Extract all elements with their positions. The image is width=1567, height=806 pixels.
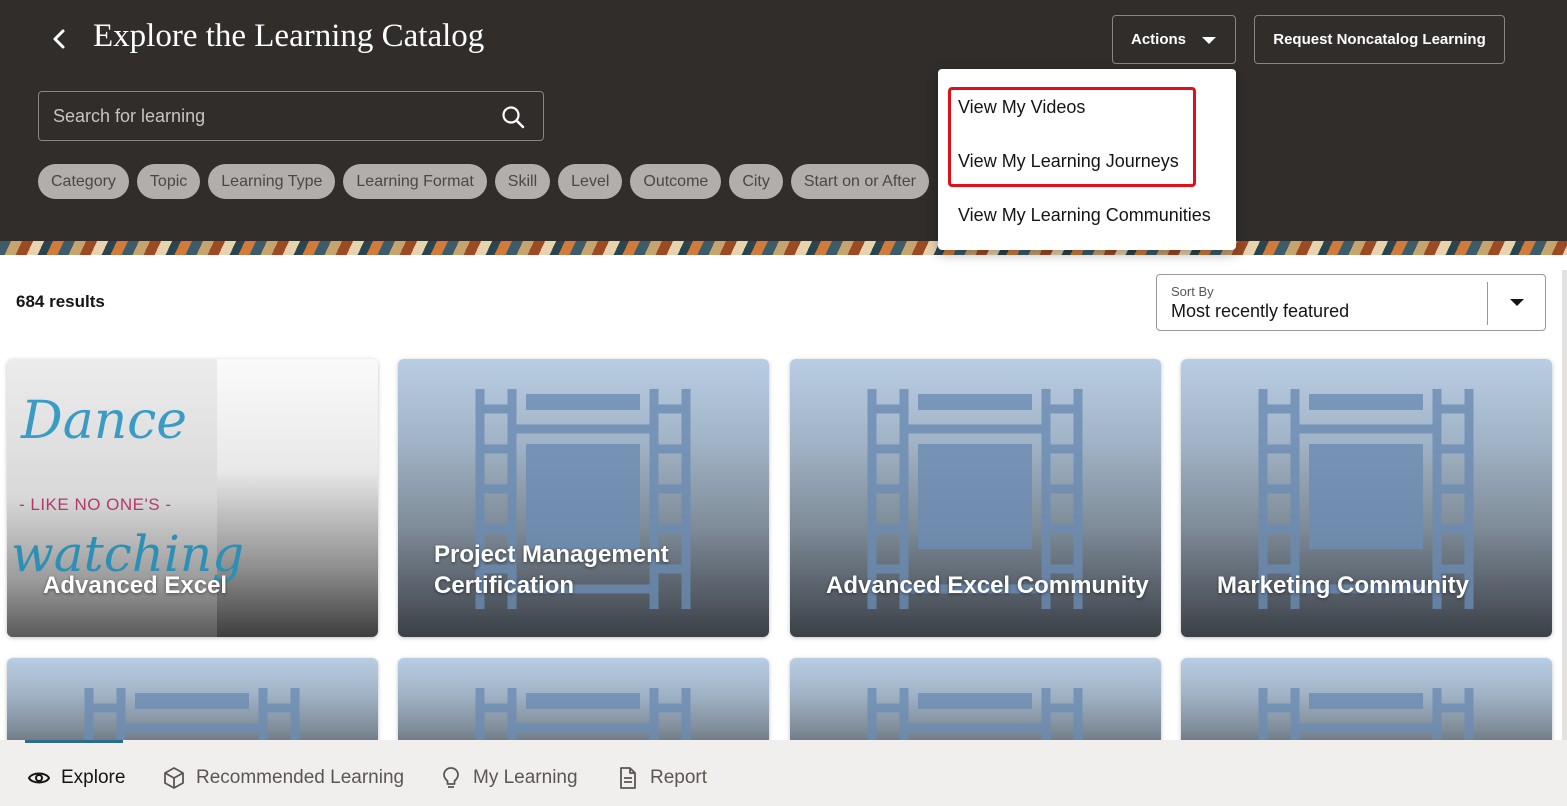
nav-tab-label: My Learning	[473, 767, 578, 788]
learning-card-advanced-excel-community[interactable]: Advanced Excel Community	[790, 359, 1161, 637]
sort-by-select[interactable]: Sort By Most recently featured	[1156, 274, 1546, 331]
active-tab-indicator	[25, 740, 123, 743]
nav-tab-recommended-learning[interactable]: Recommended Learning	[162, 766, 404, 790]
actions-menu: View My Videos View My Learning Journeys…	[938, 69, 1236, 250]
filter-chip-start-on-or-after[interactable]: Start on or After	[790, 164, 929, 199]
card-title-line2: Certification	[434, 572, 575, 599]
search-input[interactable]	[53, 105, 483, 127]
filter-chip-level[interactable]: Level	[558, 164, 623, 199]
sort-by-label: Sort By	[1171, 284, 1214, 299]
caret-down-icon	[1510, 299, 1524, 306]
filter-chip-skill[interactable]: Skill	[494, 164, 551, 199]
filter-chip-city[interactable]: City	[729, 164, 783, 199]
caret-down-icon	[1202, 37, 1216, 44]
document-icon	[620, 767, 636, 789]
lightbulb-icon	[443, 767, 459, 788]
menu-item-view-my-learning-journeys[interactable]: View My Learning Journeys	[958, 151, 1179, 172]
card-title: Marketing Community	[1217, 572, 1470, 599]
card-title: Project Management Certification	[434, 539, 669, 601]
filter-chip-learning-type[interactable]: Learning Type	[208, 164, 336, 199]
scrollbar[interactable]	[1562, 270, 1567, 740]
filter-chips: Category Topic Learning Type Learning Forma…	[38, 164, 938, 200]
actions-button-label: Actions	[1131, 31, 1187, 48]
filter-chip-topic[interactable]: Topic	[136, 164, 201, 199]
search-box	[38, 91, 544, 141]
banner-image-strip	[0, 241, 1567, 255]
actions-button[interactable]: Actions	[1112, 15, 1236, 64]
filter-chip-learning-format[interactable]: Learning Format	[343, 164, 487, 199]
filter-chip-category[interactable]: Category	[38, 164, 129, 199]
back-button[interactable]	[42, 22, 76, 56]
sort-divider	[1487, 282, 1488, 325]
results-count: 684 results	[16, 292, 105, 311]
nav-tab-report[interactable]: Report	[616, 766, 707, 790]
cube-icon	[164, 767, 184, 789]
nav-tab-label: Explore	[61, 767, 126, 788]
card-title: Advanced Excel Community	[826, 572, 1149, 599]
learning-card-project-management-certification[interactable]: Project Management Certification	[398, 359, 769, 637]
nav-tab-label: Recommended Learning	[196, 767, 405, 788]
nav-tab-explore[interactable]: Explore	[27, 766, 125, 790]
page-title: Explore the Learning Catalog	[93, 18, 485, 54]
eye-icon	[27, 772, 51, 784]
chevron-left-icon	[53, 29, 65, 49]
learning-card-marketing-community[interactable]: Marketing Community	[1181, 359, 1552, 637]
filter-chip-outcome[interactable]: Outcome	[630, 164, 722, 199]
card-title-line1: Project Management	[434, 541, 669, 568]
art-subtitle: - LIKE NO ONE'S -	[19, 495, 172, 514]
art-word-dance: Dance	[21, 391, 188, 451]
menu-item-view-my-videos[interactable]: View My Videos	[958, 97, 1085, 118]
nav-tab-label: Report	[650, 767, 708, 788]
learning-card-advanced-excel[interactable]: Dance - LIKE NO ONE'S - watching Advance…	[7, 359, 378, 637]
menu-item-view-my-learning-communities[interactable]: View My Learning Communities	[958, 205, 1211, 226]
card-title: Advanced Excel	[43, 572, 228, 599]
nav-tab-my-learning[interactable]: My Learning	[439, 766, 578, 790]
sort-by-value: Most recently featured	[1171, 301, 1350, 321]
request-noncatalog-learning-button[interactable]: Request Noncatalog Learning	[1254, 15, 1505, 64]
search-icon[interactable]	[501, 105, 525, 129]
